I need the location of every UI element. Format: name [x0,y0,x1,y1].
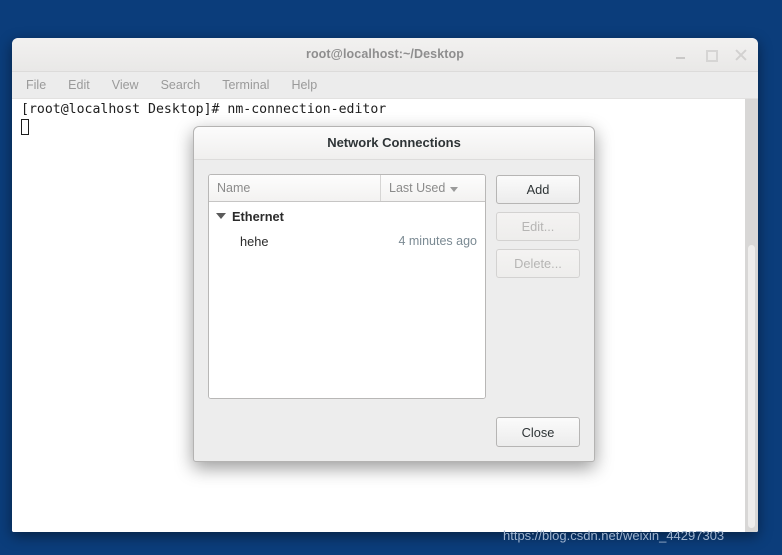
dialog-titlebar[interactable]: Network Connections [194,127,594,160]
close-icon[interactable] [734,48,748,62]
terminal-titlebar[interactable]: root@localhost:~/Desktop [12,38,758,72]
menu-item-view[interactable]: View [112,78,139,92]
network-connections-dialog: Network Connections Name Last Used Ether… [193,126,595,462]
terminal-menubar: File Edit View Search Terminal Help [12,72,758,99]
terminal-title: root@localhost:~/Desktop [305,47,464,61]
column-header-name[interactable]: Name [209,175,380,201]
connections-list[interactable]: Name Last Used Ethernet hehe 4 minutes a… [208,174,486,399]
add-button[interactable]: Add [496,175,580,204]
menu-item-help[interactable]: Help [291,78,317,92]
menu-item-edit[interactable]: Edit [68,78,90,92]
column-header-name-label: Name [217,181,251,195]
close-button[interactable]: Close [496,417,580,447]
terminal-scrollbar[interactable] [745,99,758,532]
maximize-icon[interactable] [704,48,718,62]
chevron-down-icon [450,186,459,192]
terminal-prompt-line: [root@localhost Desktop]# nm-connection-… [21,102,387,117]
edit-button: Edit... [496,212,580,241]
dialog-content: Name Last Used Ethernet hehe 4 minutes a… [194,160,594,403]
connection-last-used: 4 minutes ago [398,234,477,248]
dialog-side-buttons: Add Edit... Delete... [496,174,580,403]
list-group-row[interactable]: Ethernet [209,204,485,228]
expander-triangle-icon[interactable] [216,213,226,219]
list-item[interactable]: hehe 4 minutes ago [209,228,485,254]
connections-list-header: Name Last Used [209,175,485,202]
menu-item-terminal[interactable]: Terminal [222,78,269,92]
connections-list-body: Ethernet hehe 4 minutes ago [209,202,485,398]
list-group-label: Ethernet [232,208,284,224]
connection-name: hehe [240,233,269,249]
terminal-scrollbar-thumb[interactable] [748,245,755,528]
minimize-icon[interactable] [674,48,688,62]
dialog-footer: Close [194,403,594,461]
delete-button: Delete... [496,249,580,278]
dialog-title: Network Connections [327,135,461,150]
window-controls [674,38,748,71]
column-header-last-used-label: Last Used [389,181,446,195]
menu-item-search[interactable]: Search [161,78,201,92]
terminal-cursor [21,119,29,135]
column-header-last-used[interactable]: Last Used [380,175,485,201]
menu-item-file[interactable]: File [26,78,46,92]
